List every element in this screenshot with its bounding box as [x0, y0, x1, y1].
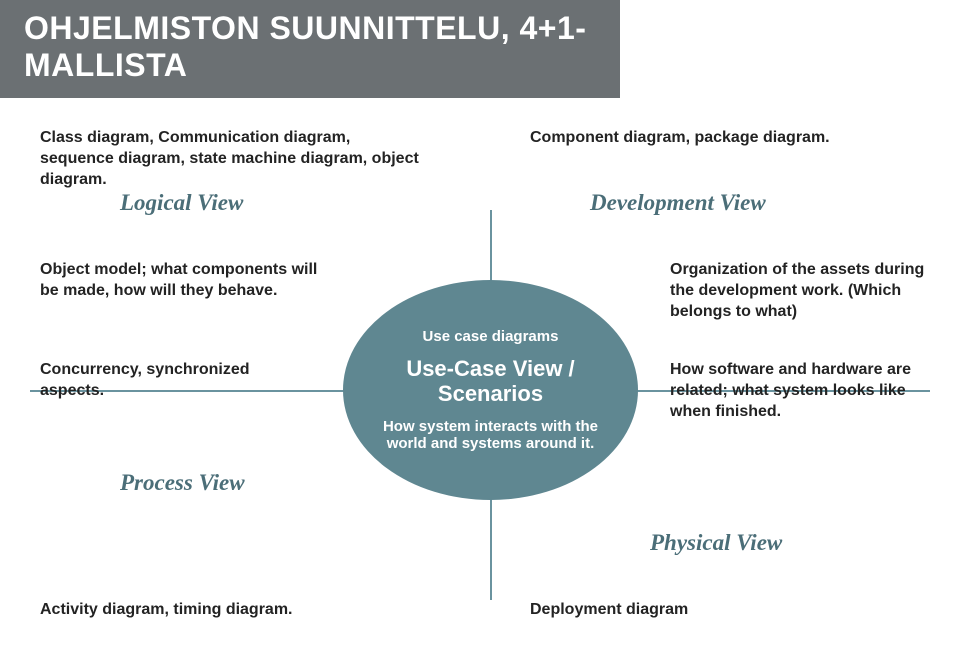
- development-view-annotation: Organization of the assets during the de…: [670, 260, 930, 322]
- process-view-label: Process View: [120, 470, 245, 496]
- logical-view-desc: Class diagram, Communication diagram, se…: [40, 128, 420, 190]
- development-view-label: Development View: [590, 190, 766, 216]
- diagram-canvas: Class diagram, Communication diagram, se…: [0, 110, 960, 670]
- physical-view-annotation: How software and hardware are related; w…: [670, 360, 930, 422]
- title-bar: OHJELMISTON SUUNNITTELU, 4+1-MALLISTA: [0, 0, 620, 98]
- use-case-title: Use-Case View / Scenarios: [368, 357, 613, 405]
- use-case-circle: Use case diagrams Use-Case View / Scenar…: [343, 280, 638, 500]
- process-view-annotation: Concurrency, synchronized aspects.: [40, 360, 280, 402]
- use-case-bottom: How system interacts with the world and …: [368, 418, 613, 452]
- process-view-desc: Activity diagram, timing diagram.: [40, 600, 360, 621]
- physical-view-desc: Deployment diagram: [530, 600, 850, 621]
- development-view-desc: Component diagram, package diagram.: [530, 128, 890, 149]
- physical-view-label: Physical View: [650, 530, 782, 556]
- page-title: OHJELMISTON SUUNNITTELU, 4+1-MALLISTA: [24, 10, 596, 84]
- logical-view-annotation: Object model; what components will be ma…: [40, 260, 320, 302]
- use-case-top: Use case diagrams: [423, 328, 559, 345]
- logical-view-label: Logical View: [120, 190, 243, 216]
